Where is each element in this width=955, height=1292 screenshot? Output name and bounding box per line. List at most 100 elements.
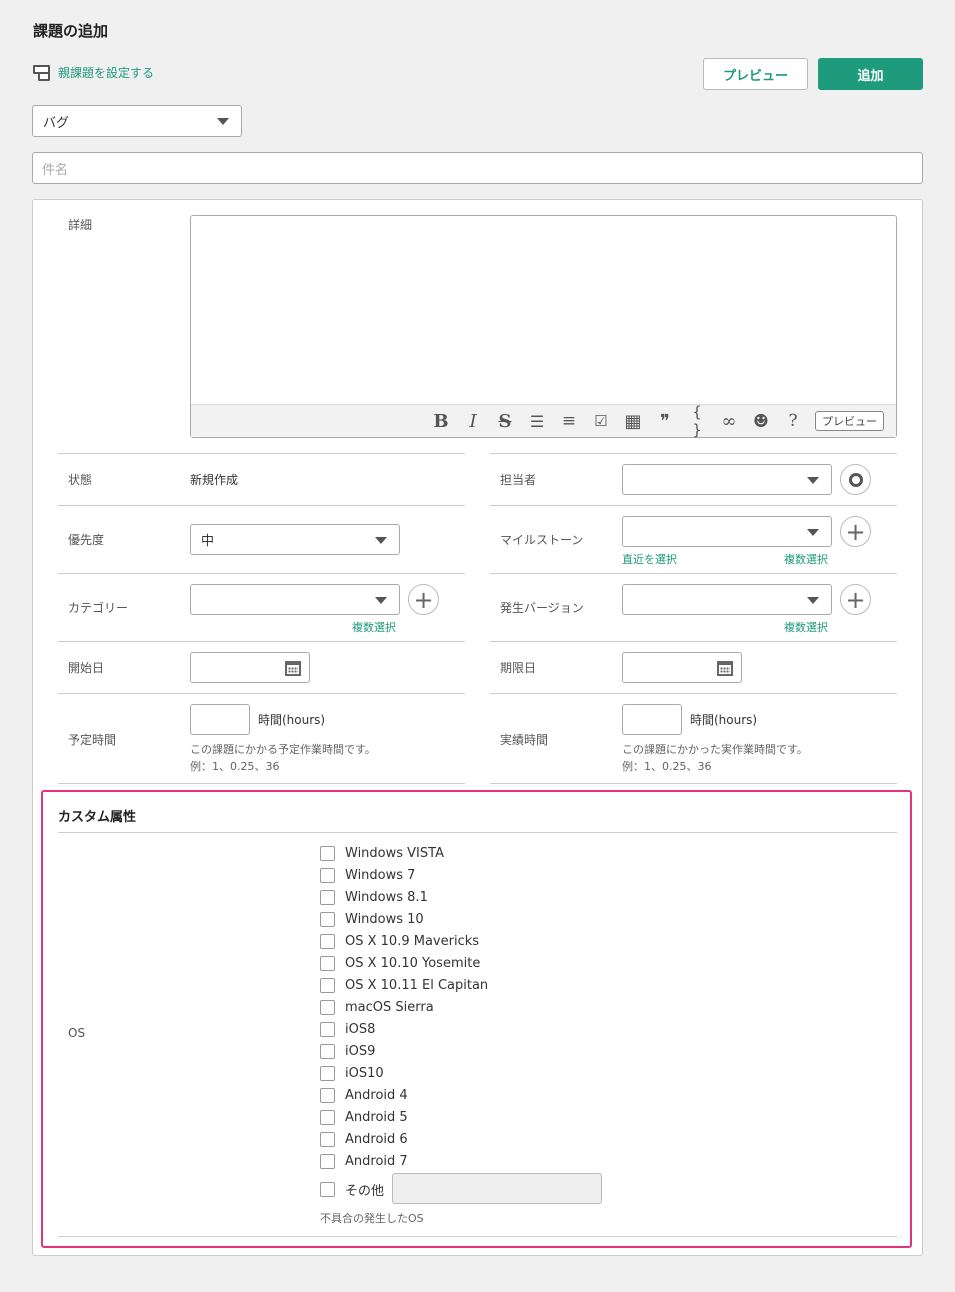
os-option[interactable]: OS X 10.11 El Capitan — [320, 976, 488, 994]
checkbox[interactable] — [320, 1043, 335, 1059]
quote-icon[interactable]: ❞ — [655, 411, 675, 432]
divider — [58, 1236, 897, 1237]
add-version-button[interactable]: + — [840, 584, 871, 615]
editor-preview-button[interactable]: プレビュー — [815, 411, 884, 431]
os-option[interactable]: Windows 8.1 — [320, 888, 428, 906]
checkbox[interactable] — [320, 867, 335, 883]
checkbox[interactable] — [320, 955, 335, 971]
checkbox[interactable] — [320, 1153, 335, 1169]
os-option[interactable]: OS X 10.9 Mavericks — [320, 932, 479, 950]
chevron-down-icon — [375, 536, 387, 544]
divider — [490, 641, 897, 642]
help-icon[interactable]: ? — [783, 411, 803, 431]
checkbox[interactable] — [320, 1087, 335, 1103]
checkbox[interactable] — [320, 1181, 335, 1197]
numbered-list-icon[interactable]: ≡ — [559, 411, 579, 431]
priority-value: 中 — [201, 534, 215, 549]
issue-type-value: バグ — [43, 115, 70, 131]
actual-hours-input[interactable] — [622, 704, 682, 735]
add-button[interactable]: 追加 — [818, 58, 923, 90]
calendar-icon[interactable] — [285, 661, 301, 676]
custom-attributes-title: カスタム属性 — [58, 810, 137, 825]
version-label: 発生バージョン — [500, 601, 584, 615]
estimated-hours-unit: 時間(hours) — [258, 713, 326, 727]
os-option-other[interactable]: その他 — [320, 1180, 384, 1199]
os-option[interactable]: Windows VISTA — [320, 844, 444, 862]
os-option[interactable]: Android 7 — [320, 1152, 408, 1170]
page-title: 課題の追加 — [33, 22, 109, 40]
set-parent-issue-link[interactable]: 親課題を設定する — [33, 64, 154, 81]
category-select[interactable] — [190, 584, 400, 615]
emoji-icon[interactable]: ☻ — [751, 411, 771, 432]
os-other-input[interactable] — [392, 1173, 602, 1204]
milestone-multi-link[interactable]: 複数選択 — [784, 551, 828, 567]
start-date-input[interactable] — [190, 652, 310, 683]
table-icon[interactable]: ▦ — [623, 411, 643, 432]
checkbox[interactable] — [320, 933, 335, 949]
code-icon[interactable]: { } — [687, 403, 707, 439]
add-category-button[interactable]: + — [408, 584, 439, 615]
due-date-input[interactable] — [622, 652, 742, 683]
os-option-label: Windows VISTA — [345, 845, 444, 861]
checkbox[interactable] — [320, 1021, 335, 1037]
os-option[interactable]: OS X 10.10 Yosemite — [320, 954, 480, 972]
os-option[interactable]: iOS8 — [320, 1020, 375, 1038]
os-option-label: iOS10 — [345, 1065, 384, 1081]
os-option-label: Windows 7 — [345, 867, 416, 883]
os-option[interactable]: Windows 10 — [320, 910, 424, 928]
link-icon[interactable]: ∞ — [719, 411, 739, 432]
milestone-recent-link[interactable]: 直近を選択 — [622, 551, 677, 567]
bold-icon[interactable]: B — [431, 411, 451, 432]
os-option[interactable]: iOS10 — [320, 1064, 384, 1082]
strikethrough-icon[interactable]: S — [495, 411, 515, 432]
divider — [58, 832, 897, 833]
checkbox[interactable] — [320, 1065, 335, 1081]
os-option[interactable]: iOS9 — [320, 1042, 375, 1060]
os-help-text: 不具合の発生したOS — [320, 1212, 424, 1225]
estimated-hours-input[interactable] — [190, 704, 250, 735]
priority-select[interactable]: 中 — [190, 524, 400, 555]
calendar-icon[interactable] — [717, 661, 733, 676]
checkbox[interactable] — [320, 977, 335, 993]
divider — [58, 693, 465, 694]
checkbox[interactable] — [320, 889, 335, 905]
os-label: OS — [68, 1026, 86, 1040]
os-option[interactable]: Android 4 — [320, 1086, 408, 1104]
version-select[interactable] — [622, 584, 832, 615]
italic-icon[interactable]: I — [463, 411, 483, 432]
version-multi-link[interactable]: 複数選択 — [784, 619, 828, 635]
plus-icon: + — [413, 585, 434, 614]
checkbox[interactable] — [320, 911, 335, 927]
preview-button[interactable]: プレビュー — [703, 58, 808, 90]
milestone-select[interactable] — [622, 516, 832, 547]
chevron-down-icon — [217, 118, 229, 125]
checkbox[interactable] — [320, 1131, 335, 1147]
milestone-label: マイルストーン — [500, 533, 584, 547]
os-option[interactable]: Android 6 — [320, 1130, 408, 1148]
estimated-hours-label: 予定時間 — [68, 733, 117, 747]
checkbox[interactable] — [320, 999, 335, 1015]
assignee-select[interactable] — [622, 464, 832, 495]
estimated-hours-hint: この課題にかかる予定作業時間です。 — [190, 743, 376, 756]
os-option[interactable]: macOS Sierra — [320, 998, 434, 1016]
add-milestone-button[interactable]: + — [840, 516, 871, 547]
checkbox[interactable] — [320, 1109, 335, 1125]
parent-link-label: 親課題を設定する — [58, 66, 155, 80]
user-avatar-icon — [848, 472, 863, 487]
assign-to-me-button[interactable] — [840, 464, 871, 495]
subject-input[interactable]: 件名 — [32, 152, 923, 184]
os-option-label: Android 5 — [345, 1109, 408, 1125]
os-option[interactable]: Android 5 — [320, 1108, 408, 1126]
checklist-icon[interactable]: ☑ — [591, 412, 611, 430]
os-option[interactable]: Windows 7 — [320, 866, 415, 884]
checkbox[interactable] — [320, 845, 335, 861]
chevron-down-icon — [807, 596, 819, 604]
bulleted-list-icon[interactable]: ☰ — [527, 412, 547, 431]
issue-type-select[interactable]: バグ — [32, 105, 242, 137]
editor-toolbar: B I S ☰ ≡ ☑ ▦ ❞ { } ∞ ☻ ? プレビュー — [191, 403, 896, 439]
os-option-label: OS X 10.10 Yosemite — [345, 955, 481, 971]
due-date-label: 期限日 — [500, 661, 537, 675]
category-multi-link[interactable]: 複数選択 — [352, 619, 396, 635]
start-date-label: 開始日 — [68, 661, 105, 675]
os-option-label: OS X 10.9 Mavericks — [345, 933, 480, 949]
